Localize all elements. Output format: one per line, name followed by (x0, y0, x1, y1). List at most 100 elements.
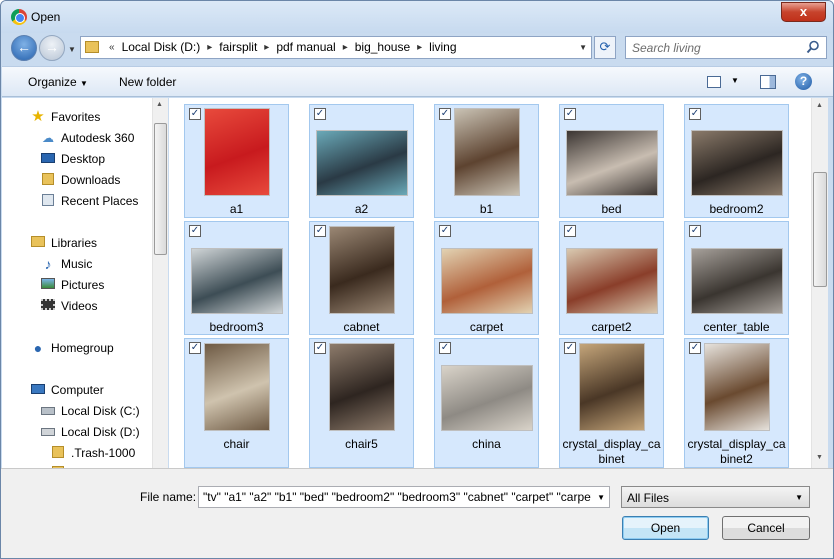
file-checkbox[interactable]: ✓ (189, 342, 201, 354)
file-item[interactable]: ✓ china (434, 338, 539, 468)
sidebar-item-desktop[interactable]: Desktop (41, 150, 105, 168)
breadcrumb-separator-icon[interactable]: ▸ (203, 37, 216, 58)
breadcrumb-separator-icon[interactable]: ▸ (339, 37, 352, 58)
breadcrumb-item[interactable]: big_house (352, 37, 413, 58)
windows-drive-icon (40, 404, 56, 418)
file-checkbox[interactable]: ✓ (314, 225, 326, 237)
close-button[interactable]: x (781, 2, 826, 22)
scroll-down-arrow-icon[interactable]: ▼ (816, 454, 823, 461)
forward-button[interactable]: → (39, 35, 65, 61)
sidebar-item-pictures[interactable]: Pictures (41, 276, 104, 294)
file-thumbnail (328, 226, 395, 314)
scroll-up-arrow-icon[interactable]: ▲ (156, 101, 163, 108)
dialog-footer: File name: "tv" "a1" "a2" "b1" "bed" "be… (1, 468, 833, 558)
breadcrumb-item[interactable]: Local Disk (D:) (119, 37, 204, 58)
sidebar-item-local-disk-c[interactable]: Local Disk (C:) (41, 402, 140, 420)
file-checkbox[interactable]: ✓ (689, 225, 701, 237)
file-item[interactable]: ✓ a2 (309, 104, 414, 218)
cancel-button[interactable]: Cancel (722, 516, 810, 540)
sidebar-item-libraries[interactable]: Libraries (31, 234, 97, 252)
downloads-folder-icon (40, 173, 56, 187)
search-input[interactable] (632, 40, 802, 55)
file-item[interactable]: ✓ chair (184, 338, 289, 468)
sidebar-item-local-disk-d[interactable]: Local Disk (D:) (41, 423, 140, 441)
search-box[interactable] (625, 36, 827, 59)
file-checkbox[interactable]: ✓ (439, 342, 451, 354)
file-checkbox[interactable]: ✓ (189, 108, 201, 120)
scrollbar-thumb[interactable] (813, 172, 827, 287)
file-name: cabnet (343, 320, 380, 334)
scrollbar-thumb[interactable] (154, 123, 167, 255)
sidebar-item-videos[interactable]: Videos (41, 297, 97, 315)
file-item[interactable]: ✓ bedroom3 (184, 221, 289, 335)
change-view-icon[interactable] (707, 76, 721, 88)
sidebar-item-favorites[interactable]: ★ Favorites (31, 108, 100, 126)
file-checkbox[interactable]: ✓ (689, 108, 701, 120)
chevron-down-icon[interactable]: ▼ (731, 76, 739, 85)
computer-icon (30, 383, 46, 397)
file-name: a2 (354, 202, 369, 216)
back-button[interactable]: ← (11, 35, 37, 61)
sidebar-item-recent-places[interactable]: Recent Places (42, 192, 139, 210)
file-checkbox[interactable]: ✓ (189, 225, 201, 237)
breadcrumb-separator-icon[interactable]: ▸ (260, 37, 273, 58)
file-item[interactable]: ✓ carpet (434, 221, 539, 335)
refresh-button[interactable]: ⟳ (594, 36, 616, 59)
sidebar-item-label: Autodesk 360 (61, 131, 135, 145)
file-item[interactable]: ✓ carpet2 (559, 221, 664, 335)
file-thumbnail (203, 343, 270, 431)
preview-pane-icon[interactable] (760, 75, 776, 89)
sidebar-item-computer[interactable]: Computer (31, 381, 104, 399)
file-name-input[interactable]: "tv" "a1" "a2" "b1" "bed" "bedroom2" "be… (198, 486, 610, 508)
sidebar-item-music[interactable]: ♪ Music (45, 255, 93, 273)
breadcrumb-item[interactable]: pdf manual (273, 37, 338, 58)
file-item[interactable]: ✓ chair5 (309, 338, 414, 468)
file-list-scrollbar[interactable]: ▲ ▼ (811, 98, 828, 468)
file-name: a1 (229, 202, 244, 216)
file-item[interactable]: ✓ cabnet (309, 221, 414, 335)
breadcrumb-item[interactable]: living (426, 37, 459, 58)
breadcrumb-separator-icon[interactable]: ▸ (413, 37, 426, 58)
file-checkbox[interactable]: ✓ (439, 108, 451, 120)
sidebar-item-downloads[interactable]: Downloads (42, 171, 120, 189)
chevron-down-icon[interactable]: ▼ (68, 45, 76, 54)
file-item[interactable]: ✓ b1 (434, 104, 539, 218)
file-name: bed (601, 202, 622, 216)
file-checkbox[interactable]: ✓ (564, 108, 576, 120)
scroll-up-arrow-icon[interactable]: ▲ (816, 102, 823, 109)
sidebar-item-autodesk-360[interactable]: ☁ Autodesk 360 (42, 129, 135, 147)
file-item[interactable]: ✓ crystal_display_ca binet2 (684, 338, 789, 468)
file-item[interactable]: ✓ a1 (184, 104, 289, 218)
new-folder-button[interactable]: New folder (119, 75, 176, 89)
command-bar: Organize ▼ New folder ▼ ? (2, 66, 833, 97)
file-checkbox[interactable]: ✓ (314, 342, 326, 354)
file-name: china (472, 437, 501, 451)
breadcrumb-overflow[interactable]: « (105, 37, 119, 58)
file-item[interactable]: ✓ bed (559, 104, 664, 218)
chevron-down-icon[interactable]: ▼ (579, 43, 587, 52)
organize-menu-button[interactable]: Organize ▼ (28, 75, 88, 89)
file-checkbox[interactable]: ✓ (564, 342, 576, 354)
file-checkbox[interactable]: ✓ (564, 225, 576, 237)
file-item[interactable]: ✓ crystal_display_ca binet (559, 338, 664, 468)
file-thumbnail (440, 365, 533, 431)
navigation-scrollbar[interactable]: ▲ (152, 98, 168, 468)
sidebar-item-label: Recent Places (61, 194, 139, 208)
file-thumbnail (190, 248, 283, 314)
file-checkbox[interactable]: ✓ (689, 342, 701, 354)
file-name-value[interactable]: "tv" "a1" "a2" "b1" "bed" "bedroom2" "be… (203, 490, 591, 504)
search-icon[interactable] (806, 40, 820, 54)
file-thumbnail (703, 343, 770, 431)
address-bar[interactable]: « Local Disk (D:) ▸ fairsplit ▸ pdf manu… (80, 36, 592, 59)
file-item[interactable]: ✓ center_table (684, 221, 789, 335)
breadcrumb-item[interactable]: fairsplit (216, 37, 260, 58)
sidebar-item-trash-1000[interactable]: .Trash-1000 (52, 444, 135, 462)
file-type-select[interactable]: All Files ▼ (621, 486, 810, 508)
chevron-down-icon[interactable]: ▼ (597, 493, 605, 502)
open-button[interactable]: Open (622, 516, 709, 540)
file-checkbox[interactable]: ✓ (314, 108, 326, 120)
sidebar-item-homegroup[interactable]: ● Homegroup (34, 339, 114, 357)
file-item[interactable]: ✓ bedroom2 (684, 104, 789, 218)
help-icon[interactable]: ? (795, 73, 812, 90)
file-checkbox[interactable]: ✓ (439, 225, 451, 237)
